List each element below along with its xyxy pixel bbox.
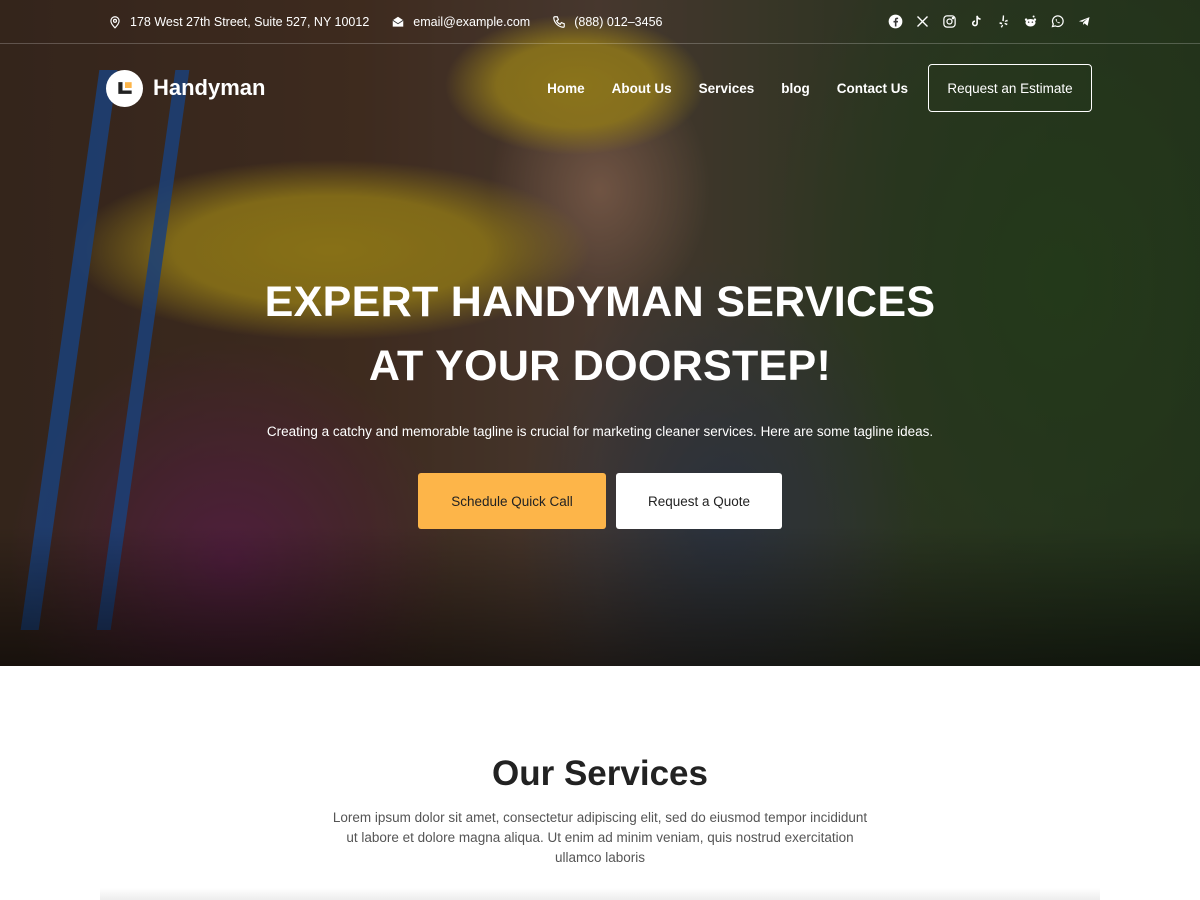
nav-right: Home About Us Services blog Contact Us R…	[547, 64, 1092, 112]
services-title: Our Services	[492, 754, 708, 793]
nav-about-us[interactable]: About Us	[612, 81, 672, 96]
top-info-bar: 178 West 27th Street, Suite 527, NY 1001…	[0, 0, 1200, 44]
phone-text[interactable]: (888) 012–3456	[574, 15, 662, 29]
hero-section: 178 West 27th Street, Suite 527, NY 1001…	[0, 0, 1200, 666]
hero-content: EXPERT HANDYMAN SERVICES AT YOUR DOORSTE…	[0, 270, 1200, 529]
hero-bottom-fade	[0, 526, 1200, 666]
phone-icon	[553, 15, 566, 28]
services-cards-edge	[100, 888, 1100, 900]
schedule-call-button[interactable]: Schedule Quick Call	[418, 473, 606, 529]
reddit-icon[interactable]	[1023, 14, 1038, 29]
hero-buttons: Schedule Quick Call Request a Quote	[0, 473, 1200, 529]
yelp-icon[interactable]	[996, 14, 1011, 29]
envelope-icon	[392, 16, 404, 27]
email-text[interactable]: email@example.com	[413, 15, 530, 29]
tiktok-icon[interactable]	[969, 14, 984, 29]
request-estimate-button[interactable]: Request an Estimate	[928, 64, 1092, 112]
nav-links: Home About Us Services blog Contact Us	[547, 81, 908, 96]
nav-contact-us[interactable]: Contact Us	[837, 81, 908, 96]
email-item[interactable]: email@example.com	[391, 15, 530, 29]
contact-info: 178 West 27th Street, Suite 527, NY 1001…	[108, 15, 662, 29]
nav-blog[interactable]: blog	[781, 81, 810, 96]
services-description: Lorem ipsum dolor sit amet, consectetur …	[332, 810, 868, 865]
hero-subtitle: Creating a catchy and memorable tagline …	[266, 424, 934, 439]
map-pin-icon	[110, 15, 120, 29]
whatsapp-icon[interactable]	[1050, 14, 1065, 29]
main-navbar: Handyman Home About Us Services blog Con…	[0, 64, 1200, 112]
nav-services[interactable]: Services	[699, 81, 755, 96]
social-links	[888, 14, 1092, 29]
address-text: 178 West 27th Street, Suite 527, NY 1001…	[130, 14, 370, 29]
services-section: Our Services Lorem ipsum dolor sit amet,…	[0, 666, 1200, 900]
nav-home[interactable]: Home	[547, 81, 585, 96]
logo-text: Handyman	[153, 75, 266, 100]
x-icon[interactable]	[915, 14, 930, 29]
site-logo[interactable]: Handyman	[106, 69, 266, 107]
telegram-icon[interactable]	[1077, 14, 1092, 29]
address-item: 178 West 27th Street, Suite 527, NY 1001…	[108, 15, 369, 29]
request-quote-button[interactable]: Request a Quote	[616, 473, 782, 529]
hero-title-line-2: AT YOUR DOORSTEP!	[368, 342, 832, 390]
hero-title: EXPERT HANDYMAN SERVICES AT YOUR DOORSTE…	[0, 270, 1200, 398]
hero-title-line-1: EXPERT HANDYMAN SERVICES	[264, 278, 936, 326]
logo-icon	[106, 69, 143, 107]
facebook-icon[interactable]	[888, 14, 903, 29]
phone-item[interactable]: (888) 012–3456	[552, 15, 662, 29]
instagram-icon[interactable]	[942, 14, 957, 29]
